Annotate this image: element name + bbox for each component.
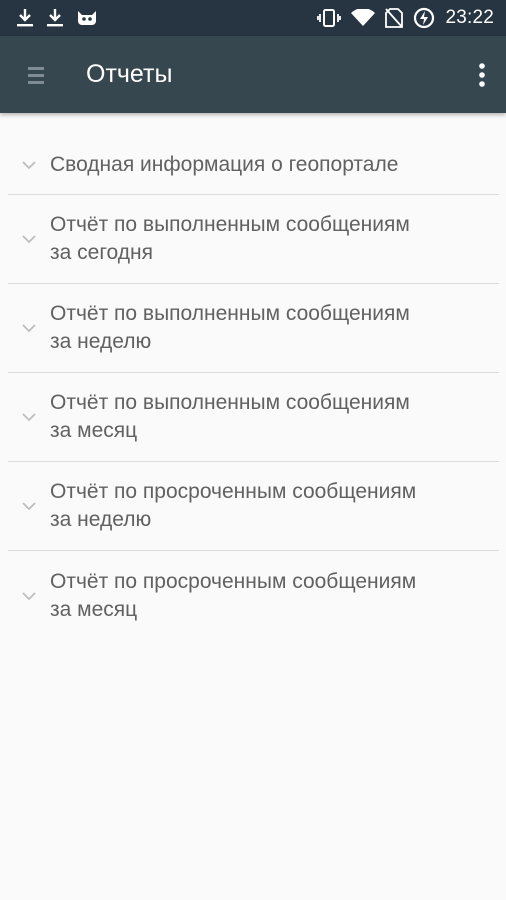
overflow-menu-button[interactable]: [458, 36, 506, 113]
report-item-completed-today[interactable]: Отчёт по выполненным сообщениям за сегод…: [8, 195, 499, 284]
page-title: Отчеты: [86, 60, 173, 88]
download-icon: [46, 8, 64, 28]
download-icon: [16, 8, 34, 28]
report-item-overdue-month[interactable]: Отчёт по просроченным сообщениям за меся…: [8, 551, 499, 640]
chevron-down-icon: [21, 412, 37, 422]
wifi-icon: [351, 9, 376, 27]
chevron-down-icon: [21, 591, 37, 601]
no-sim-icon: [385, 8, 404, 28]
report-title: Отчёт по просроченным сообщениям за неде…: [50, 480, 417, 531]
report-item-summary[interactable]: Сводная информация о геопортале: [8, 136, 499, 195]
vibrate-icon: [317, 8, 342, 28]
status-bar: 23:22: [0, 0, 506, 36]
chevron-down-icon: [21, 160, 37, 170]
report-title: Отчёт по выполненным сообщениям за сегод…: [50, 213, 410, 264]
report-title: Сводная информация о геопортале: [50, 153, 399, 176]
report-item-completed-week[interactable]: Отчёт по выполненным сообщениям за недел…: [8, 284, 499, 373]
report-title: Отчёт по выполненным сообщениям за месяц: [50, 391, 410, 442]
chevron-down-icon: [21, 234, 37, 244]
battery-charging-icon: [413, 7, 435, 29]
more-vert-icon: [478, 62, 486, 88]
report-title: Отчёт по просроченным сообщениям за меся…: [50, 569, 417, 621]
report-item-completed-month[interactable]: Отчёт по выполненным сообщениям за месяц: [8, 373, 499, 462]
hamburger-icon: [27, 65, 45, 85]
report-item-overdue-week[interactable]: Отчёт по просроченным сообщениям за неде…: [8, 462, 499, 551]
cyanogen-icon: [76, 9, 98, 27]
app-bar: Отчеты: [0, 36, 506, 113]
reports-list: Сводная информация о геопортале Отчёт по…: [8, 136, 499, 640]
menu-button[interactable]: [0, 36, 72, 113]
report-title: Отчёт по выполненным сообщениям за недел…: [50, 302, 410, 353]
clock: 23:22: [445, 7, 494, 28]
chevron-down-icon: [21, 323, 37, 333]
chevron-down-icon: [21, 501, 37, 511]
